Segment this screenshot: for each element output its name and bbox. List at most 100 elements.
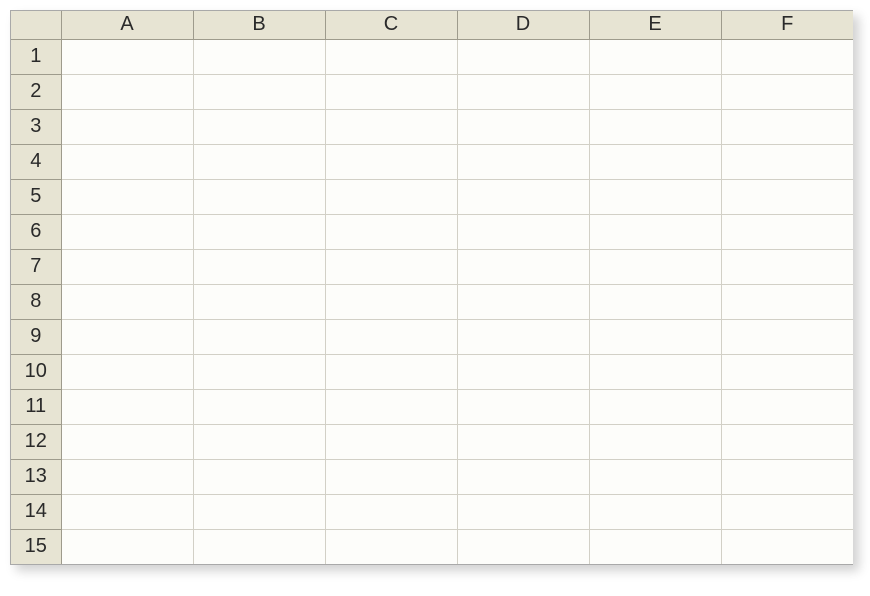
cell-E10[interactable]: [589, 354, 721, 389]
row-header-12[interactable]: 12: [11, 424, 61, 459]
cell-C14[interactable]: [325, 494, 457, 529]
cell-C9[interactable]: [325, 319, 457, 354]
cell-D2[interactable]: [457, 74, 589, 109]
cell-E2[interactable]: [589, 74, 721, 109]
cell-C3[interactable]: [325, 109, 457, 144]
cell-B15[interactable]: [193, 529, 325, 564]
column-header-F[interactable]: F: [721, 11, 853, 39]
row-header-3[interactable]: 3: [11, 109, 61, 144]
row-header-14[interactable]: 14: [11, 494, 61, 529]
cell-B5[interactable]: [193, 179, 325, 214]
cell-D1[interactable]: [457, 39, 589, 74]
cell-C10[interactable]: [325, 354, 457, 389]
cell-B10[interactable]: [193, 354, 325, 389]
cell-C7[interactable]: [325, 249, 457, 284]
cell-D15[interactable]: [457, 529, 589, 564]
column-header-D[interactable]: D: [457, 11, 589, 39]
cell-C1[interactable]: [325, 39, 457, 74]
row-header-1[interactable]: 1: [11, 39, 61, 74]
cell-A14[interactable]: [61, 494, 193, 529]
cell-C5[interactable]: [325, 179, 457, 214]
cell-F15[interactable]: [721, 529, 853, 564]
cell-D10[interactable]: [457, 354, 589, 389]
row-header-13[interactable]: 13: [11, 459, 61, 494]
select-all-corner[interactable]: [11, 11, 61, 39]
cell-F13[interactable]: [721, 459, 853, 494]
cell-B1[interactable]: [193, 39, 325, 74]
cell-C8[interactable]: [325, 284, 457, 319]
cell-E13[interactable]: [589, 459, 721, 494]
cell-A10[interactable]: [61, 354, 193, 389]
row-header-10[interactable]: 10: [11, 354, 61, 389]
cell-E11[interactable]: [589, 389, 721, 424]
cell-A9[interactable]: [61, 319, 193, 354]
cell-A15[interactable]: [61, 529, 193, 564]
cell-F5[interactable]: [721, 179, 853, 214]
row-header-6[interactable]: 6: [11, 214, 61, 249]
cell-C13[interactable]: [325, 459, 457, 494]
cell-B11[interactable]: [193, 389, 325, 424]
cell-D5[interactable]: [457, 179, 589, 214]
cell-D3[interactable]: [457, 109, 589, 144]
cell-C4[interactable]: [325, 144, 457, 179]
cell-C6[interactable]: [325, 214, 457, 249]
cell-E15[interactable]: [589, 529, 721, 564]
row-header-7[interactable]: 7: [11, 249, 61, 284]
cell-F14[interactable]: [721, 494, 853, 529]
row-header-15[interactable]: 15: [11, 529, 61, 564]
cell-A13[interactable]: [61, 459, 193, 494]
cell-A11[interactable]: [61, 389, 193, 424]
cell-D14[interactable]: [457, 494, 589, 529]
cell-F6[interactable]: [721, 214, 853, 249]
cell-A3[interactable]: [61, 109, 193, 144]
column-header-C[interactable]: C: [325, 11, 457, 39]
column-header-B[interactable]: B: [193, 11, 325, 39]
cell-B12[interactable]: [193, 424, 325, 459]
cell-D9[interactable]: [457, 319, 589, 354]
cell-E8[interactable]: [589, 284, 721, 319]
cell-D11[interactable]: [457, 389, 589, 424]
column-header-A[interactable]: A: [61, 11, 193, 39]
cell-F4[interactable]: [721, 144, 853, 179]
cell-E7[interactable]: [589, 249, 721, 284]
row-header-5[interactable]: 5: [11, 179, 61, 214]
cell-E6[interactable]: [589, 214, 721, 249]
cell-A8[interactable]: [61, 284, 193, 319]
cell-F7[interactable]: [721, 249, 853, 284]
cell-E14[interactable]: [589, 494, 721, 529]
column-header-E[interactable]: E: [589, 11, 721, 39]
cell-C2[interactable]: [325, 74, 457, 109]
cell-D6[interactable]: [457, 214, 589, 249]
cell-B14[interactable]: [193, 494, 325, 529]
cell-B8[interactable]: [193, 284, 325, 319]
cell-F3[interactable]: [721, 109, 853, 144]
cell-B13[interactable]: [193, 459, 325, 494]
cell-E9[interactable]: [589, 319, 721, 354]
cell-E12[interactable]: [589, 424, 721, 459]
row-header-8[interactable]: 8: [11, 284, 61, 319]
cell-D13[interactable]: [457, 459, 589, 494]
cell-F2[interactable]: [721, 74, 853, 109]
cell-B7[interactable]: [193, 249, 325, 284]
cell-A6[interactable]: [61, 214, 193, 249]
cell-A1[interactable]: [61, 39, 193, 74]
cell-F11[interactable]: [721, 389, 853, 424]
cell-B4[interactable]: [193, 144, 325, 179]
cell-F1[interactable]: [721, 39, 853, 74]
cell-D8[interactable]: [457, 284, 589, 319]
cell-A4[interactable]: [61, 144, 193, 179]
cell-A12[interactable]: [61, 424, 193, 459]
cell-D7[interactable]: [457, 249, 589, 284]
cell-F10[interactable]: [721, 354, 853, 389]
cell-E1[interactable]: [589, 39, 721, 74]
cell-F9[interactable]: [721, 319, 853, 354]
row-header-2[interactable]: 2: [11, 74, 61, 109]
cell-C11[interactable]: [325, 389, 457, 424]
row-header-9[interactable]: 9: [11, 319, 61, 354]
cell-F8[interactable]: [721, 284, 853, 319]
cell-F12[interactable]: [721, 424, 853, 459]
cell-C15[interactable]: [325, 529, 457, 564]
cell-D4[interactable]: [457, 144, 589, 179]
cell-E4[interactable]: [589, 144, 721, 179]
cell-B9[interactable]: [193, 319, 325, 354]
